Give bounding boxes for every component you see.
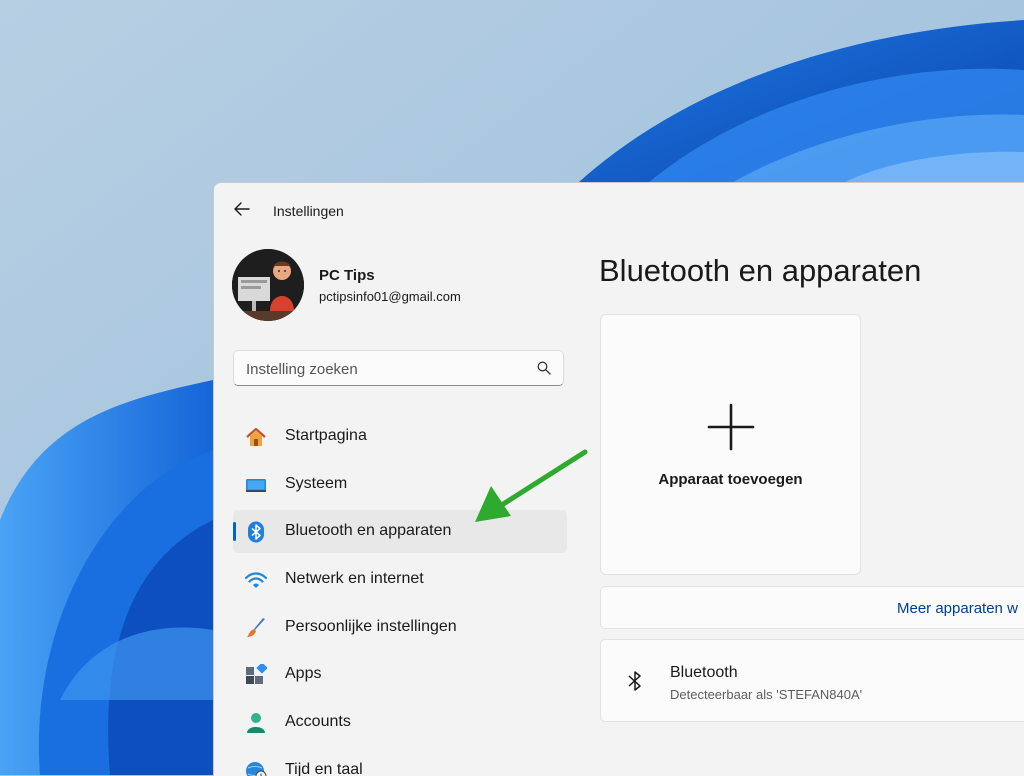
sidebar-item-accounts[interactable]: Accounts — [233, 701, 567, 744]
globe-clock-icon — [246, 761, 267, 776]
settings-window: Instellingen PC Tips pctipsinfo01@gmail.… — [213, 182, 1024, 776]
add-device-label: Apparaat toevoegen — [658, 471, 803, 488]
main-content: Bluetooth en apparaten Apparaat toevoege… — [599, 183, 1024, 776]
bluetooth-icon — [628, 671, 641, 691]
window-title: Instellingen — [273, 203, 344, 219]
search-box[interactable] — [233, 350, 564, 387]
sidebar-item-persoonlijk[interactable]: Persoonlijke instellingen — [233, 606, 567, 649]
monitor-icon — [246, 478, 266, 492]
bluetooth-subtitle: Detecteerbaar als 'STEFAN840A' — [670, 687, 863, 702]
user-profile[interactable]: PC Tips pctipsinfo01@gmail.com — [232, 249, 572, 323]
search-icon[interactable] — [537, 361, 551, 375]
sidebar-item-label: Startpagina — [285, 427, 367, 444]
sidebar-item-label: Tijd en taal — [285, 760, 363, 776]
bluetooth-title: Bluetooth — [670, 664, 738, 681]
page-title: Bluetooth en apparaten — [599, 253, 922, 288]
bluetooth-icon — [248, 521, 264, 543]
sidebar-item-startpagina[interactable]: Startpagina — [233, 415, 567, 458]
search-input[interactable] — [234, 351, 538, 387]
plus-icon — [707, 403, 755, 451]
avatar — [232, 249, 304, 321]
profile-email: pctipsinfo01@gmail.com — [319, 289, 461, 304]
home-icon — [246, 427, 266, 446]
person-icon — [247, 713, 265, 734]
sidebar-nav: Startpagina Systeem Bluetooth en apparat… — [233, 415, 567, 776]
sidebar-item-label: Bluetooth en apparaten — [285, 522, 452, 540]
wifi-icon — [245, 572, 267, 589]
sidebar-item-systeem[interactable]: Systeem — [233, 463, 567, 506]
sidebar-item-label: Accounts — [285, 713, 351, 731]
profile-name: PC Tips — [319, 267, 375, 284]
selection-indicator — [233, 522, 236, 542]
sidebar-item-label: Netwerk en internet — [285, 570, 424, 588]
back-arrow-icon[interactable] — [232, 199, 252, 219]
apps-icon — [246, 664, 267, 685]
bluetooth-card[interactable]: Bluetooth Detecteerbaar als 'STEFAN840A' — [600, 639, 1024, 722]
avatar-image — [232, 249, 304, 321]
sidebar-item-tijd[interactable]: Tijd en taal — [233, 749, 567, 776]
sidebar-item-apps[interactable]: Apps — [233, 653, 567, 696]
more-devices-card: Meer apparaten w — [600, 586, 1024, 629]
sidebar-item-bluetooth[interactable]: Bluetooth en apparaten — [233, 510, 567, 554]
sidebar-item-netwerk[interactable]: Netwerk en internet — [233, 558, 567, 601]
sidebar-item-label: Persoonlijke instellingen — [285, 617, 457, 635]
sidebar-item-label: Systeem — [285, 474, 348, 492]
more-devices-link[interactable]: Meer apparaten w — [897, 600, 1018, 617]
sidebar-item-label: Apps — [285, 665, 322, 683]
paintbrush-icon — [247, 617, 265, 637]
add-device-card[interactable]: Apparaat toevoegen — [600, 314, 861, 575]
